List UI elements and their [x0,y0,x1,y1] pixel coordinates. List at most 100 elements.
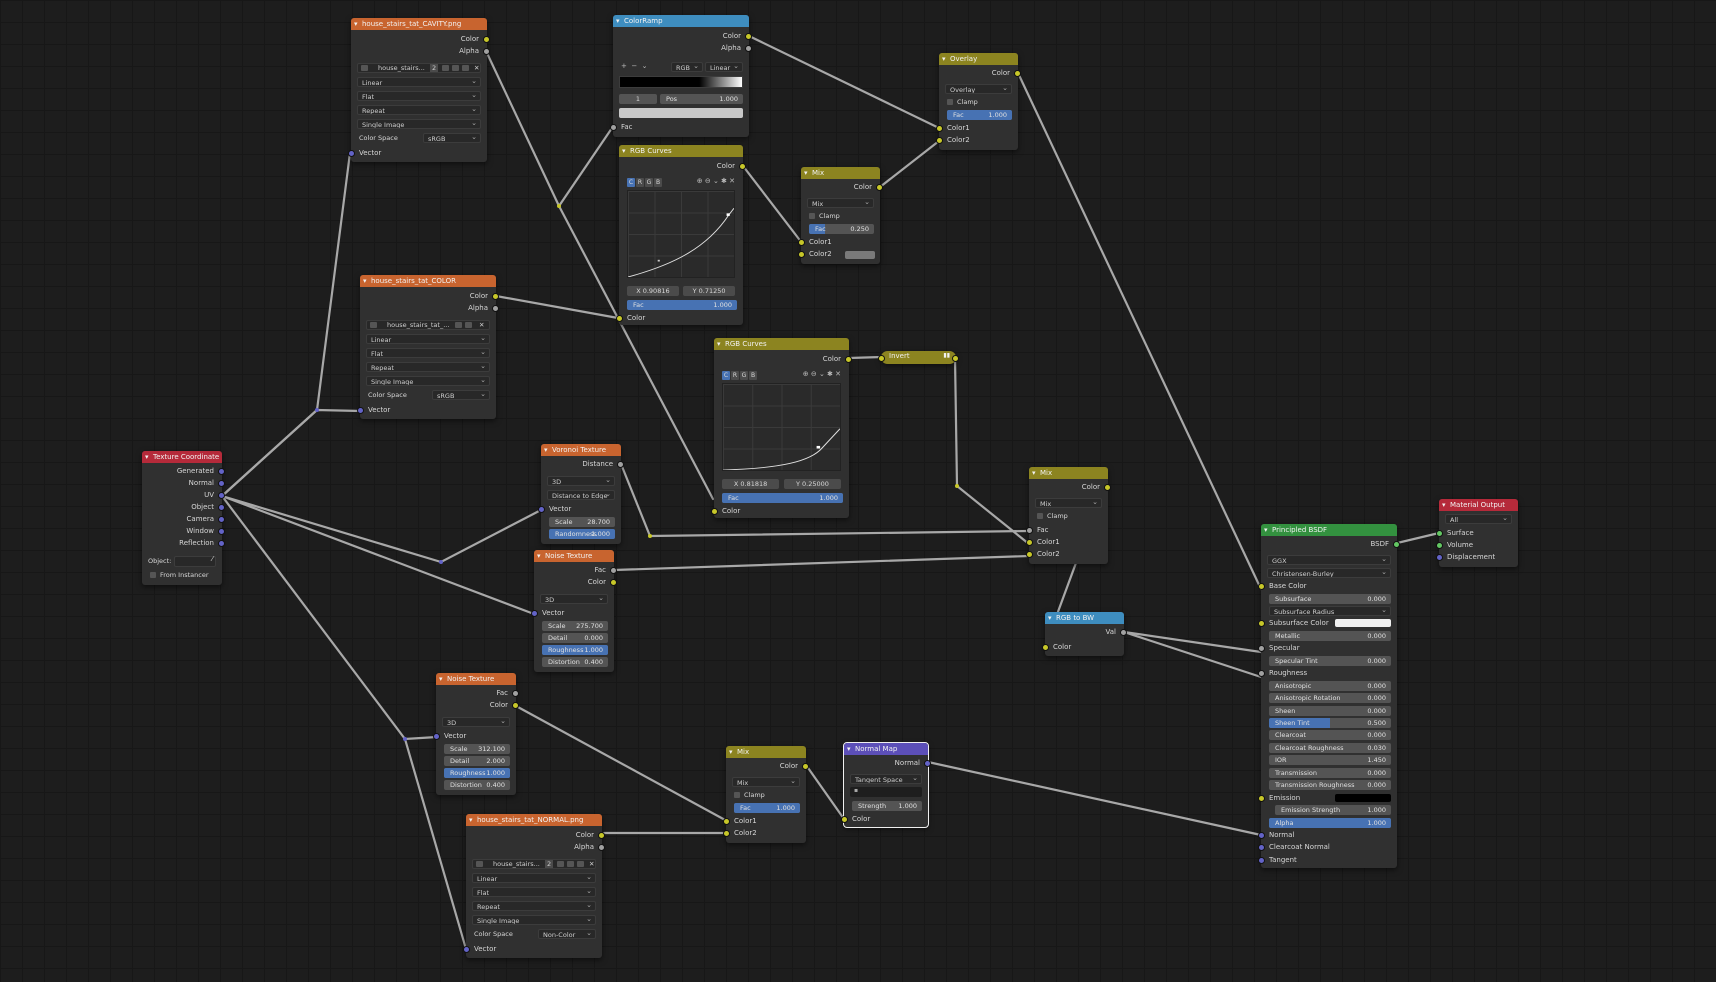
randomness-field[interactable]: Randomness 1.000 [549,529,615,539]
socket-color[interactable] [598,832,605,839]
bsdf-metallic-field[interactable]: Metallic 0.000 [1269,630,1391,641]
socket-base-color[interactable] [1258,583,1265,590]
user-count[interactable]: 2 [430,64,439,72]
emission-swatch[interactable] [1335,793,1391,802]
output-bsdf[interactable]: BSDF [1370,538,1400,550]
node-invert[interactable]: Invert ▮▮ [878,351,959,364]
input-vector[interactable]: Vector [538,503,571,515]
object-picker[interactable]: ⁄ [174,555,216,567]
interpolation-dropdown[interactable]: Linear [357,77,481,87]
output-window[interactable]: Window [186,525,225,537]
extension-dropdown[interactable]: Repeat [472,901,596,911]
distribution-dropdown[interactable]: GGX [1267,555,1391,565]
distortion-field[interactable]: Distortion 0.400 [542,657,608,667]
socket-color[interactable] [483,36,490,43]
position-field[interactable]: Pos 1.000 [660,94,743,104]
socket-tangent[interactable] [1258,856,1265,864]
color-mode-dropdown[interactable]: RGB [671,62,703,72]
node-header[interactable]: Mix [801,167,880,179]
duplicate-icon[interactable] [452,65,459,71]
colorspace-dropdown[interactable]: Non-Color [538,929,596,939]
fac-field[interactable]: Fac 0.250 [809,224,874,234]
socket-bsdf[interactable] [1393,541,1400,548]
socket-fac[interactable] [1026,527,1033,534]
color2-swatch[interactable] [845,251,875,259]
node-noise-1[interactable]: Noise Texture Fac Color 3D Vector Scale 2… [531,550,617,672]
bsdf-specular-tint-field[interactable]: Specular Tint 0.000 [1269,655,1391,666]
colorspace-dropdown[interactable]: sRGB [423,133,481,143]
socket-color1[interactable] [936,125,943,132]
input-surface[interactable]: Surface [1436,527,1474,539]
socket-color1[interactable] [723,818,730,825]
socket-alpha[interactable] [492,305,499,312]
x-field[interactable]: X 0.81818 [722,479,780,489]
socket-in-color[interactable] [878,355,885,362]
node-header[interactable]: Mix [726,746,806,758]
socket-reflection[interactable] [218,540,225,547]
node-rgb-to-bw[interactable]: RGB to BW Val Color [1042,612,1127,656]
bsdf-input-specular[interactable]: Specular [1258,642,1300,654]
socket-vector[interactable] [348,150,355,157]
duplicate-icon[interactable] [455,322,462,328]
socket-vector[interactable] [531,610,538,617]
uv-map-field[interactable]: ▪ [850,787,922,797]
clamp-checkbox[interactable]: Clamp [947,97,978,107]
node-header[interactable]: RGB Curves [714,338,849,350]
interpolation-dropdown[interactable]: Linear [366,334,490,344]
close-icon[interactable]: ✕ [474,64,479,72]
node-header[interactable]: Noise Texture [436,673,516,685]
output-val[interactable]: Val [1106,626,1127,638]
socket-alpha[interactable] [598,844,605,851]
node-header[interactable]: Overlay [939,53,1018,65]
feature-dropdown[interactable]: Distance to Edge [547,490,615,500]
blend-mode-dropdown[interactable]: Mix [807,198,874,208]
output-color[interactable]: Color [461,33,490,45]
bsdf-sheen-field[interactable]: Sheen 0.000 [1269,705,1391,716]
dimensions-dropdown[interactable]: 3D [547,476,615,486]
socket-camera[interactable] [218,516,225,523]
output-color[interactable]: Color [723,30,752,42]
image-selector[interactable]: house_stairs_tat_... ✕ [366,320,490,330]
y-field[interactable]: Y 0.71250 [683,286,735,296]
point-coords[interactable]: X 0.81818 Y 0.25000 [722,479,841,489]
bsdf-transmission-field[interactable]: Transmission 0.000 [1269,767,1391,778]
node-image-normal[interactable]: house_stairs_tat_NORMAL.png Color Alpha … [463,814,605,958]
subsurface-method-dropdown[interactable]: Christensen-Burley [1267,568,1391,578]
socket-color[interactable] [711,508,718,515]
socket-color[interactable] [1042,644,1049,651]
curve-tools-icons[interactable]: ⊕ ⊖ ⌄ ✱ ✕ [697,177,735,185]
y-field[interactable]: Y 0.25000 [783,479,841,489]
socket-color2[interactable] [1026,551,1033,558]
node-header[interactable]: house_stairs_tat_CAVITY.png [351,18,487,30]
source-dropdown[interactable]: Single Image [357,119,481,129]
socket-vector[interactable] [357,407,364,414]
fake-user-icon[interactable] [442,65,449,71]
curve-graph[interactable] [627,190,735,278]
input-color2[interactable]: Color2 [723,827,757,839]
close-icon[interactable]: ✕ [589,860,594,868]
ramp-add-remove[interactable]: + − ⌄ [621,62,648,70]
bsdf-input-clearcoat-normal[interactable]: Clearcoat Normal [1258,841,1330,853]
socket-alpha[interactable] [745,45,752,52]
node-header[interactable]: Voronoi Texture [541,444,621,456]
tab-g[interactable]: G [740,371,748,380]
node-mix-bottom[interactable]: Mix Color Mix Clamp Fac 1.000 Color1 Colo… [723,746,809,843]
output-normal[interactable]: Normal [895,757,931,769]
node-header[interactable]: Normal Map [844,743,928,755]
node-rgb-curves-1[interactable]: RGB Curves Color CRGB ⊕ ⊖ ⌄ ✱ ✕ X 0.9081… [616,145,746,325]
socket-emission[interactable] [1258,794,1265,802]
bsdf-anisotropic-rotation-field[interactable]: Anisotropic Rotation 0.000 [1269,693,1391,704]
socket-clearcoat-normal[interactable] [1258,844,1265,852]
input-vector[interactable]: Vector [531,607,564,619]
socket-object[interactable] [218,504,225,511]
output-color[interactable]: Color [780,760,809,772]
fac-field[interactable]: Fac 1.000 [722,493,843,503]
node-image-cavity[interactable]: house_stairs_tat_CAVITY.png Color Alpha … [348,18,490,162]
curve-graph[interactable] [722,383,841,471]
input-vector[interactable]: Vector [463,943,496,955]
socket-color[interactable] [512,702,519,709]
space-dropdown[interactable]: Tangent Space [850,774,922,784]
from-instancer-checkbox[interactable]: From Instancer [150,570,209,580]
socket-vector[interactable] [433,733,440,740]
fac-field[interactable]: Fac 1.000 [734,803,800,813]
